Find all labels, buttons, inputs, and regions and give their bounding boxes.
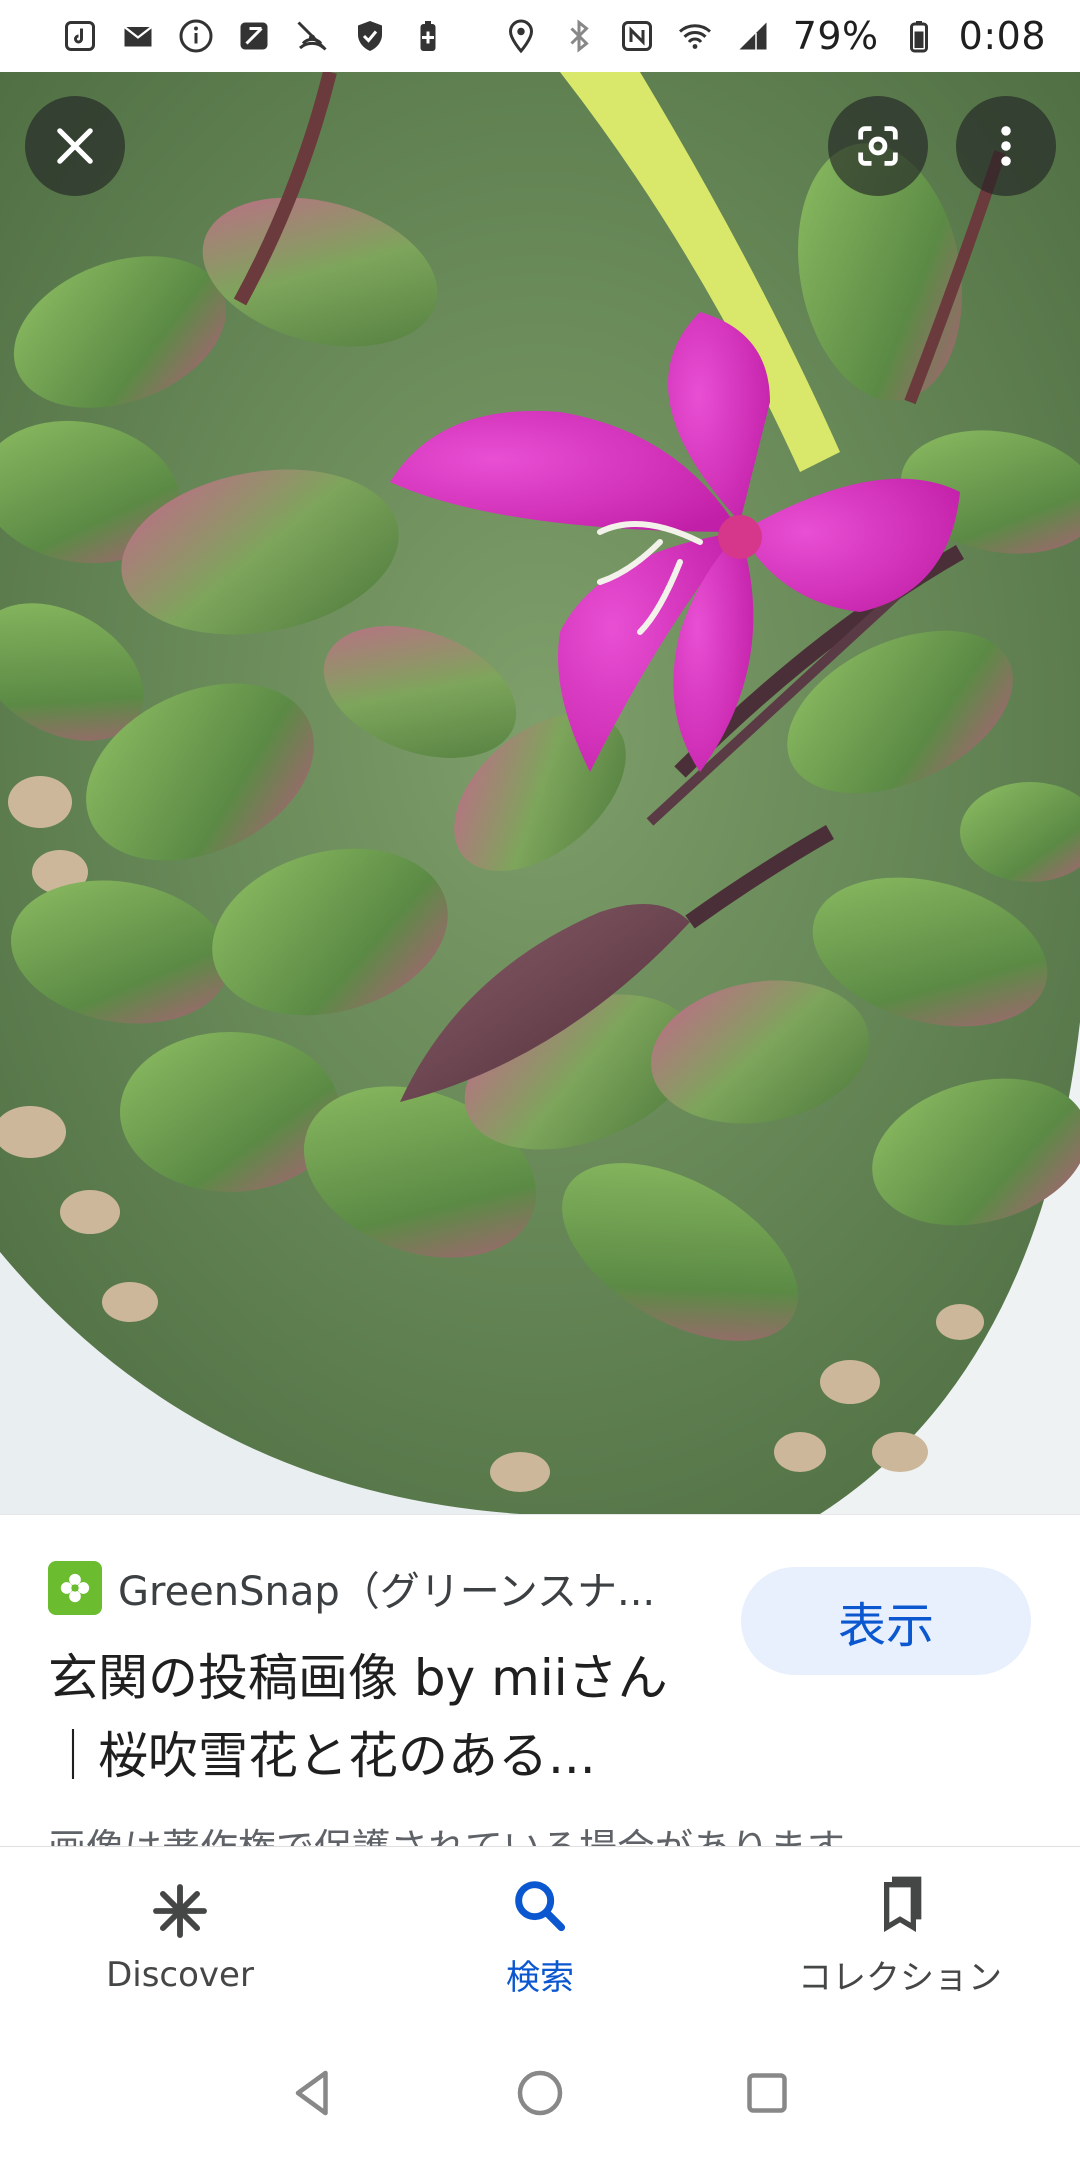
battery-percent: 79%	[792, 14, 879, 58]
source-name: GreenSnap（グリーンスナ...	[118, 1569, 656, 1615]
copyright-notice: 画像は著作権で保護されている場合があります	[48, 1817, 1028, 1846]
nav-discover-label: Discover	[106, 1954, 254, 1995]
recents-square-icon	[746, 2073, 787, 2113]
signal-icon	[735, 18, 771, 54]
shield-icon	[352, 18, 388, 54]
hotspot-off-icon	[294, 18, 330, 54]
location-icon	[503, 18, 539, 54]
back-button[interactable]	[281, 2061, 345, 2125]
battery-saver-icon	[410, 18, 446, 54]
nfc-icon	[619, 18, 655, 54]
back-triangle-icon	[296, 2070, 329, 2116]
info-icon	[178, 18, 214, 54]
close-icon	[57, 128, 93, 164]
bluetooth-icon	[561, 18, 597, 54]
view-button[interactable]: 表示	[741, 1567, 1031, 1675]
nav-search-label: 検索	[506, 1958, 574, 1998]
battery-icon	[901, 18, 937, 54]
tiktok-icon	[62, 18, 98, 54]
mail-blocked-icon	[120, 18, 156, 54]
greensnap-logo-icon	[48, 1561, 102, 1615]
status-left	[62, 18, 446, 54]
wifi-icon	[677, 18, 713, 54]
lens-icon	[858, 126, 898, 166]
collections-icon	[884, 1876, 922, 1933]
status-bar: 79% 0:08	[0, 0, 1080, 72]
status-right: 79% 0:08	[503, 14, 1046, 58]
result-image[interactable]	[0, 72, 1080, 1514]
more-vertical-icon	[1001, 126, 1011, 166]
result-info-card: GreenSnap（グリーンスナ... 表示 玄関の投稿画像 by miiさん｜…	[0, 1514, 1080, 1846]
search-icon	[515, 1881, 566, 1932]
system-navigation-bar	[0, 2026, 1080, 2160]
asterisk-icon	[153, 1883, 207, 1938]
clock: 0:08	[958, 14, 1046, 58]
more-options-button[interactable]	[956, 96, 1056, 196]
bottom-navigation: Discover 検索 コレクション	[0, 1846, 1080, 2026]
image-title[interactable]: 玄関の投稿画像 by miiさん｜桜吹雪花と花のある...	[48, 1639, 708, 1795]
nav-search[interactable]: 検索	[360, 1847, 720, 2026]
source-row[interactable]: GreenSnap（グリーンスナ...	[48, 1559, 688, 1617]
nav-collections[interactable]: コレクション	[720, 1847, 1080, 2026]
lens-button[interactable]	[828, 96, 928, 196]
close-button[interactable]	[25, 96, 125, 196]
app-icon	[236, 18, 272, 54]
nav-discover[interactable]: Discover	[0, 1847, 360, 2026]
succulent-flower-photo	[0, 72, 1080, 1514]
nav-collections-label: コレクション	[798, 1958, 1002, 1998]
home-button[interactable]	[508, 2061, 572, 2125]
home-circle-icon	[517, 2070, 563, 2116]
recents-button[interactable]	[735, 2061, 799, 2125]
